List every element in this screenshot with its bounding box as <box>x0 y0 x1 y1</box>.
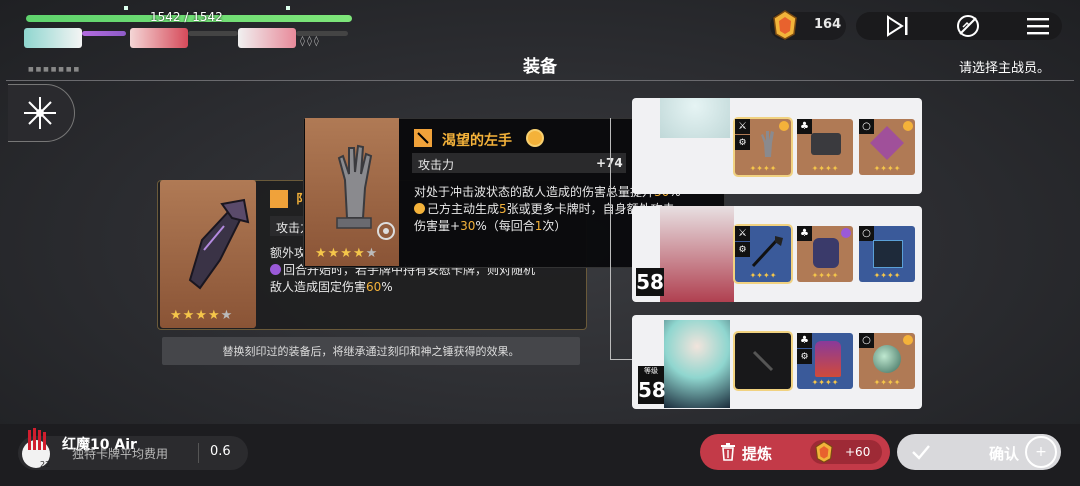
hp-marker <box>286 6 290 10</box>
armor-slot-icon: ♣ <box>797 226 812 241</box>
character-3-level-label: 等级 <box>638 366 664 376</box>
gear-link-icon <box>377 222 395 240</box>
slot-weapon-2[interactable]: ⚔ ⚙ ✦✦✦✦ <box>733 224 793 284</box>
panel-connector <box>610 118 611 360</box>
header-divider <box>6 80 1074 81</box>
sun-bullet-icon <box>414 203 425 214</box>
star-burst-icon <box>24 97 56 129</box>
orb-badge-icon <box>841 228 851 238</box>
menu-button[interactable] <box>1018 12 1058 40</box>
slot-stars: ✦✦✦✦ <box>873 378 901 387</box>
page-title: 装备 <box>523 57 557 77</box>
confirm-button[interactable]: 确认 + <box>897 434 1061 470</box>
replace-note: 替换刻印过的装备后，将继承通过刻印和神之锤获得的效果。 <box>222 345 520 358</box>
average-cost-label: 独特卡牌平均费用 <box>72 447 169 461</box>
ring-slot-icon: ○ <box>859 226 874 241</box>
hp-text: 1542 / 1542 <box>150 10 223 24</box>
party-portrait-3[interactable] <box>238 28 296 48</box>
slot-stars: ✦✦✦✦ <box>811 271 839 280</box>
refine-label: 提炼 <box>742 445 773 463</box>
slot-stars: ✦✦✦✦ <box>749 164 777 173</box>
tooltip-attr-label: 攻击力 <box>418 158 455 172</box>
link-slot-icon: ⚙ <box>797 349 812 364</box>
current-item-stars: ★★★★★ <box>170 308 234 323</box>
cloak-art <box>815 341 841 377</box>
hp-marker <box>124 6 128 10</box>
refine-value: +60 <box>845 445 871 459</box>
slot-accessory-1[interactable]: ○ ✦✦✦✦ <box>859 119 915 175</box>
auto-off-button[interactable] <box>948 12 988 40</box>
character-2-art <box>660 206 734 302</box>
armor-slot-icon: ♣ <box>797 119 812 134</box>
confirm-plus-icon: + <box>1025 436 1057 468</box>
slot-armor-2[interactable]: ♣ ✦✦✦✦ <box>797 226 853 282</box>
globe-art <box>873 345 901 373</box>
device-logo-icon <box>18 428 56 468</box>
party-gauge-2 <box>188 31 238 36</box>
slot-armor-1[interactable]: ♣ ✦✦✦✦ <box>797 119 853 175</box>
tooltip-item-stars: ★★★★★ <box>315 246 379 261</box>
cost-divider <box>198 443 199 463</box>
currency-value: 164 <box>814 17 842 32</box>
weapon-slot-icon: ⚔ <box>735 119 750 134</box>
skip-icon <box>887 15 908 37</box>
orb-icon <box>270 264 281 275</box>
gauntlet-icon <box>188 198 250 290</box>
sun-badge-icon <box>903 121 913 131</box>
armor-slot-icon: ♣ <box>797 333 812 348</box>
select-hint: 请选择主战员。 <box>958 61 1050 76</box>
slot-stars: ✦✦✦✦ <box>811 164 839 173</box>
badge-number: 22 <box>40 460 51 469</box>
left-extra-label: 额外攻 <box>270 246 307 260</box>
confirm-label: 确认 <box>989 445 1020 463</box>
shovel-icon <box>751 236 783 268</box>
cube-art <box>873 240 903 268</box>
slot-weapon-1[interactable]: ⚔ ⚙ ✦✦✦✦ <box>733 117 793 177</box>
slot-stars: ✦✦✦✦ <box>873 164 901 173</box>
slot-weapon-3-empty[interactable] <box>733 331 793 391</box>
refine-button[interactable]: 提炼 +60 <box>700 434 890 470</box>
average-cost-value: 0.6 <box>210 444 231 459</box>
character-2-level: 58 <box>636 268 664 296</box>
character-1-art <box>660 98 730 138</box>
weapon-type-icon <box>414 129 432 147</box>
mask-art <box>813 238 839 268</box>
gem-reward-icon <box>815 441 833 463</box>
trash-icon <box>721 443 735 461</box>
ring-slot-icon: ○ <box>859 119 874 134</box>
crystal-art <box>870 126 904 160</box>
tooltip-item-art: ★★★★★ <box>305 118 399 266</box>
slot-stars: ✦✦✦✦ <box>811 378 839 387</box>
auto-off-icon <box>957 15 979 37</box>
link-slot-icon: ⚙ <box>735 135 750 150</box>
sun-rarity-icon <box>528 131 542 145</box>
tooltip-desc-line3: 伤害量+30%（每回合1次） <box>414 219 567 233</box>
character-3-art <box>664 320 730 408</box>
tooltip-title: 渴望的左手 <box>442 133 512 149</box>
shield-pips-icon: ◊◊◊ <box>300 36 321 47</box>
side-emblem-button[interactable] <box>8 84 75 142</box>
empty-weapon-icon <box>752 350 774 372</box>
skip-button[interactable] <box>878 12 918 40</box>
current-item-art: ★★★★★ <box>160 180 256 328</box>
party-portrait-2[interactable] <box>130 28 188 48</box>
slot-stars: ✦✦✦✦ <box>749 271 777 280</box>
hand-icon <box>761 131 774 157</box>
character-3-level: 58 <box>638 376 666 404</box>
left-card-title-icon <box>270 190 288 208</box>
ring-slot-icon: ○ <box>859 333 874 348</box>
menu-icon <box>1027 18 1049 35</box>
panel-connector-h <box>610 359 632 360</box>
check-icon <box>912 445 930 460</box>
slot-stars: ✦✦✦✦ <box>873 271 901 280</box>
armor-art <box>811 133 841 155</box>
slot-armor-3[interactable]: ♣ ⚙ ✦✦✦✦ <box>797 333 853 389</box>
party-portrait-1[interactable] <box>24 28 82 48</box>
party-gauge-1 <box>82 31 126 36</box>
sun-badge-icon <box>903 335 913 345</box>
slot-accessory-3[interactable]: ○ ✦✦✦✦ <box>859 333 915 389</box>
slot-accessory-2[interactable]: ○ ✦✦✦✦ <box>859 226 915 282</box>
gem-currency-icon <box>773 10 797 40</box>
left-desc-line2: 敌人造成固定伤害60% <box>270 280 393 294</box>
